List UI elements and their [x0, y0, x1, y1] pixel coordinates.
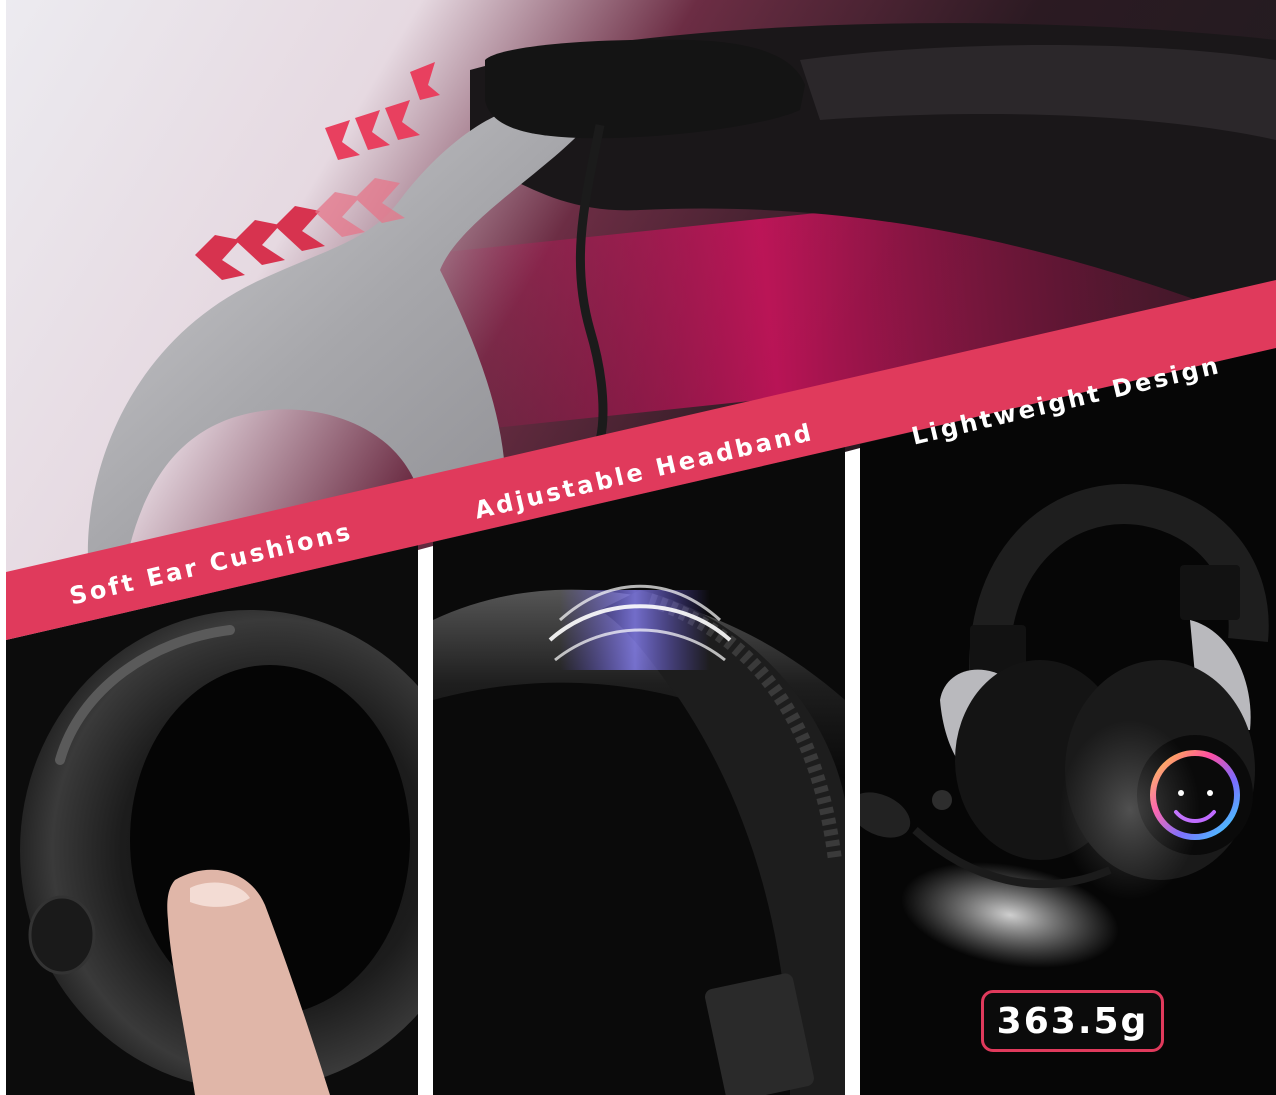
- panel-headband: [433, 447, 845, 1095]
- feather-icon: [1060, 720, 1200, 900]
- weight-badge: 363.5g: [981, 990, 1164, 1052]
- product-image: Soft Ear Cushions Adjustable Headband Li…: [0, 0, 1276, 1095]
- panel-divider: [845, 448, 860, 1095]
- control-knob: [28, 895, 96, 975]
- panel-headset: [860, 348, 1276, 1095]
- stretch-wave-icon: [548, 584, 732, 670]
- product-photo-composite: [0, 0, 1276, 1095]
- panel-divider: [418, 546, 433, 1095]
